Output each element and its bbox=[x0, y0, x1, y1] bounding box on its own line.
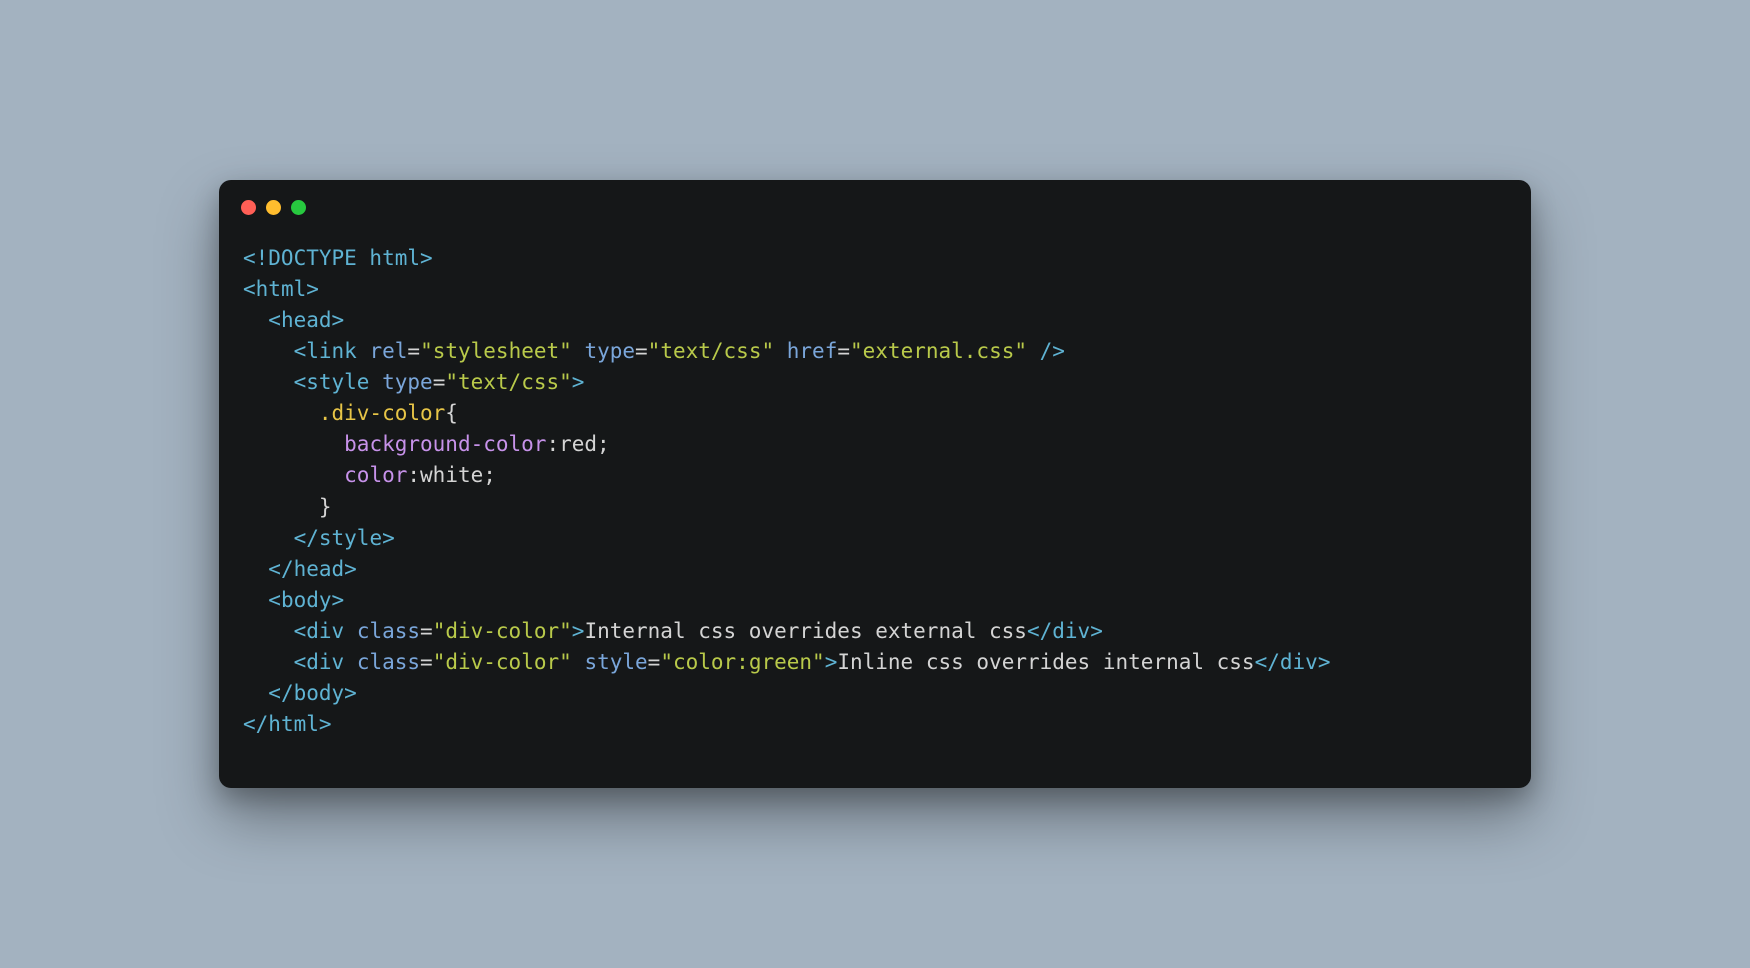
code-token: > bbox=[344, 557, 357, 581]
code-window: <!DOCTYPE html> <html> <head> <link rel=… bbox=[219, 180, 1531, 788]
code-token: "text/css" bbox=[445, 370, 571, 394]
code-token: html bbox=[268, 712, 319, 736]
code-token: "stylesheet" bbox=[420, 339, 572, 363]
code-token: <!DOCTYPE html> bbox=[243, 246, 433, 270]
code-token bbox=[572, 650, 585, 674]
code-token: div bbox=[306, 619, 344, 643]
code-token: html bbox=[256, 277, 307, 301]
code-token: > bbox=[382, 526, 395, 550]
code-token: white bbox=[420, 463, 483, 487]
code-token: "text/css" bbox=[648, 339, 774, 363]
maximize-icon[interactable] bbox=[291, 200, 306, 215]
code-token: > bbox=[332, 308, 345, 332]
code-token: = bbox=[635, 339, 648, 363]
code-token: < bbox=[243, 277, 256, 301]
code-token bbox=[572, 339, 585, 363]
code-token: div bbox=[1280, 650, 1318, 674]
code-token: link bbox=[306, 339, 357, 363]
code-token: Internal css overrides external css bbox=[584, 619, 1027, 643]
code-token bbox=[774, 339, 787, 363]
code-token: body bbox=[294, 681, 345, 705]
code-token: style bbox=[584, 650, 647, 674]
code-token: > bbox=[572, 619, 585, 643]
code-token: > bbox=[572, 370, 585, 394]
code-token: > bbox=[344, 681, 357, 705]
code-token: } bbox=[319, 495, 332, 519]
code-token: "external.css" bbox=[850, 339, 1027, 363]
code-token: > bbox=[1318, 650, 1331, 674]
code-token: < bbox=[268, 588, 281, 612]
close-icon[interactable] bbox=[241, 200, 256, 215]
code-token: body bbox=[281, 588, 332, 612]
minimize-icon[interactable] bbox=[266, 200, 281, 215]
code-token: < bbox=[294, 339, 307, 363]
code-token: div bbox=[306, 650, 344, 674]
code-token: ; bbox=[597, 432, 610, 456]
code-token: > bbox=[319, 712, 332, 736]
code-token: < bbox=[294, 370, 307, 394]
code-token: { bbox=[445, 401, 458, 425]
code-token: </ bbox=[268, 557, 293, 581]
code-token: style bbox=[306, 370, 369, 394]
code-token: style bbox=[319, 526, 382, 550]
code-token: "color:green" bbox=[660, 650, 824, 674]
code-token: ; bbox=[483, 463, 496, 487]
code-token: div bbox=[1052, 619, 1090, 643]
code-token: </ bbox=[243, 712, 268, 736]
code-token: "div-color" bbox=[433, 650, 572, 674]
code-token: rel bbox=[369, 339, 407, 363]
code-token: /> bbox=[1027, 339, 1065, 363]
code-token: .div-color bbox=[319, 401, 445, 425]
code-token: > bbox=[306, 277, 319, 301]
code-token: </ bbox=[1027, 619, 1052, 643]
code-token: = bbox=[433, 370, 446, 394]
code-token: class bbox=[357, 650, 420, 674]
code-token: > bbox=[825, 650, 838, 674]
code-token: < bbox=[268, 308, 281, 332]
code-token: = bbox=[648, 650, 661, 674]
code-token: class bbox=[357, 619, 420, 643]
code-token: </ bbox=[268, 681, 293, 705]
code-token: href bbox=[787, 339, 838, 363]
code-token: background-color bbox=[344, 432, 546, 456]
code-token: : bbox=[407, 463, 420, 487]
code-token: = bbox=[837, 339, 850, 363]
code-token: = bbox=[420, 619, 433, 643]
code-token: </ bbox=[1255, 650, 1280, 674]
code-token: head bbox=[281, 308, 332, 332]
code-token: Inline css overrides internal css bbox=[837, 650, 1254, 674]
code-token: < bbox=[294, 619, 307, 643]
code-token bbox=[369, 370, 382, 394]
code-token: "div-color" bbox=[433, 619, 572, 643]
code-content: <!DOCTYPE html> <html> <head> <link rel=… bbox=[219, 215, 1531, 788]
code-token: < bbox=[294, 650, 307, 674]
code-token: > bbox=[332, 588, 345, 612]
code-token bbox=[344, 619, 357, 643]
code-token: red bbox=[559, 432, 597, 456]
code-token: type bbox=[584, 339, 635, 363]
code-token: type bbox=[382, 370, 433, 394]
code-token bbox=[357, 339, 370, 363]
code-token: head bbox=[294, 557, 345, 581]
window-titlebar bbox=[219, 180, 1531, 215]
code-token: : bbox=[546, 432, 559, 456]
code-token: color bbox=[344, 463, 407, 487]
code-token: > bbox=[1090, 619, 1103, 643]
code-token: </ bbox=[294, 526, 319, 550]
code-token: = bbox=[407, 339, 420, 363]
code-token bbox=[344, 650, 357, 674]
code-token: = bbox=[420, 650, 433, 674]
